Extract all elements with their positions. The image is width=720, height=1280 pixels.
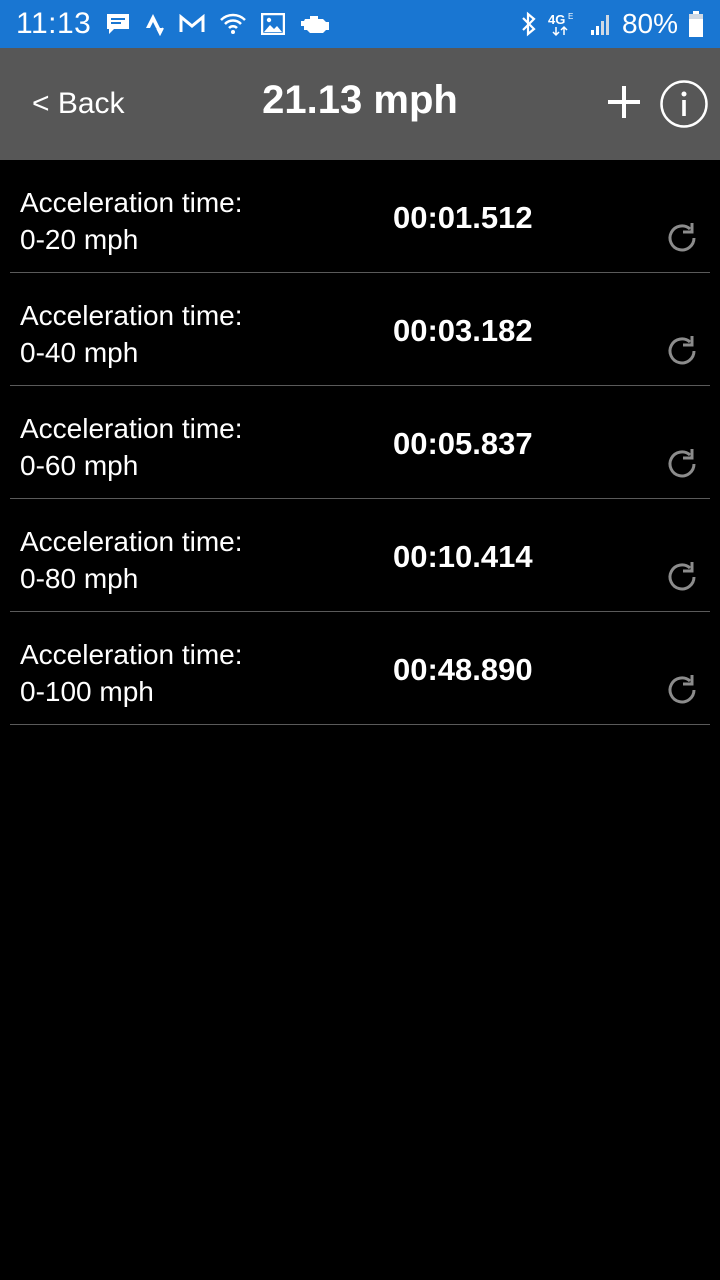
app-header: < Back 21.13 mph (0, 48, 720, 160)
row-label-range: 0-60 mph (20, 450, 139, 481)
battery-percent: 80% (621, 8, 678, 39)
row-label-range: 0-80 mph (20, 563, 139, 594)
reset-button[interactable] (662, 220, 702, 260)
svg-text:E: E (568, 12, 573, 21)
refresh-icon (662, 670, 702, 715)
row-label: Acceleration time: 0-60 mph (20, 410, 243, 484)
engine-icon (299, 13, 331, 35)
row-label-range: 0-20 mph (20, 224, 139, 255)
status-right: 4G E 80% (520, 8, 704, 40)
refresh-icon (662, 444, 702, 489)
row-label-range: 0-100 mph (20, 676, 154, 707)
plus-icon (604, 82, 644, 127)
gmail-icon (179, 14, 205, 34)
result-row: Acceleration time: 0-20 mph 00:01.512 (10, 160, 710, 273)
row-time-value: 00:01.512 (393, 200, 533, 235)
info-icon (659, 79, 709, 134)
wifi-icon (219, 13, 247, 35)
image-icon (261, 13, 286, 35)
battery-icon (688, 10, 704, 38)
row-label-title: Acceleration time: (20, 413, 243, 444)
status-bar: 11:13 4G E 80% (0, 0, 720, 48)
back-button[interactable]: < Back (32, 84, 125, 124)
message-icon (105, 12, 131, 36)
row-time-value: 00:10.414 (393, 539, 533, 574)
row-label-title: Acceleration time: (20, 187, 243, 218)
row-label: Acceleration time: 0-20 mph (20, 184, 243, 258)
lte-icon: 4G E (548, 11, 580, 37)
reset-button[interactable] (662, 559, 702, 599)
result-row: Acceleration time: 0-40 mph 00:03.182 (10, 273, 710, 386)
row-time-value: 00:05.837 (393, 426, 533, 461)
row-label: Acceleration time: 0-100 mph (20, 636, 243, 710)
refresh-icon (662, 218, 702, 263)
row-label: Acceleration time: 0-40 mph (20, 297, 243, 371)
bluetooth-icon (520, 11, 538, 37)
add-button[interactable] (600, 80, 648, 128)
refresh-icon (662, 557, 702, 602)
reset-button[interactable] (662, 672, 702, 712)
row-time-value: 00:03.182 (393, 313, 533, 348)
acceleration-results-list: Acceleration time: 0-20 mph 00:01.512 Ac… (10, 160, 710, 725)
refresh-icon (662, 331, 702, 376)
status-time: 11:13 (16, 7, 92, 40)
row-label: Acceleration time: 0-80 mph (20, 523, 243, 597)
row-label-title: Acceleration time: (20, 300, 243, 331)
result-row: Acceleration time: 0-60 mph 00:05.837 (10, 386, 710, 499)
svg-text:4G: 4G (548, 12, 565, 27)
row-label-title: Acceleration time: (20, 639, 243, 670)
strava-icon (145, 12, 165, 36)
row-label-range: 0-40 mph (20, 337, 139, 368)
result-row: Acceleration time: 0-80 mph 00:10.414 (10, 499, 710, 612)
signal-icon (590, 12, 612, 36)
reset-button[interactable] (662, 333, 702, 373)
row-time-value: 00:48.890 (393, 652, 533, 687)
result-row: Acceleration time: 0-100 mph 00:48.890 (10, 612, 710, 725)
reset-button[interactable] (662, 446, 702, 486)
info-button[interactable] (660, 79, 708, 130)
status-left: 11:13 (16, 7, 331, 41)
row-label-title: Acceleration time: (20, 526, 243, 557)
